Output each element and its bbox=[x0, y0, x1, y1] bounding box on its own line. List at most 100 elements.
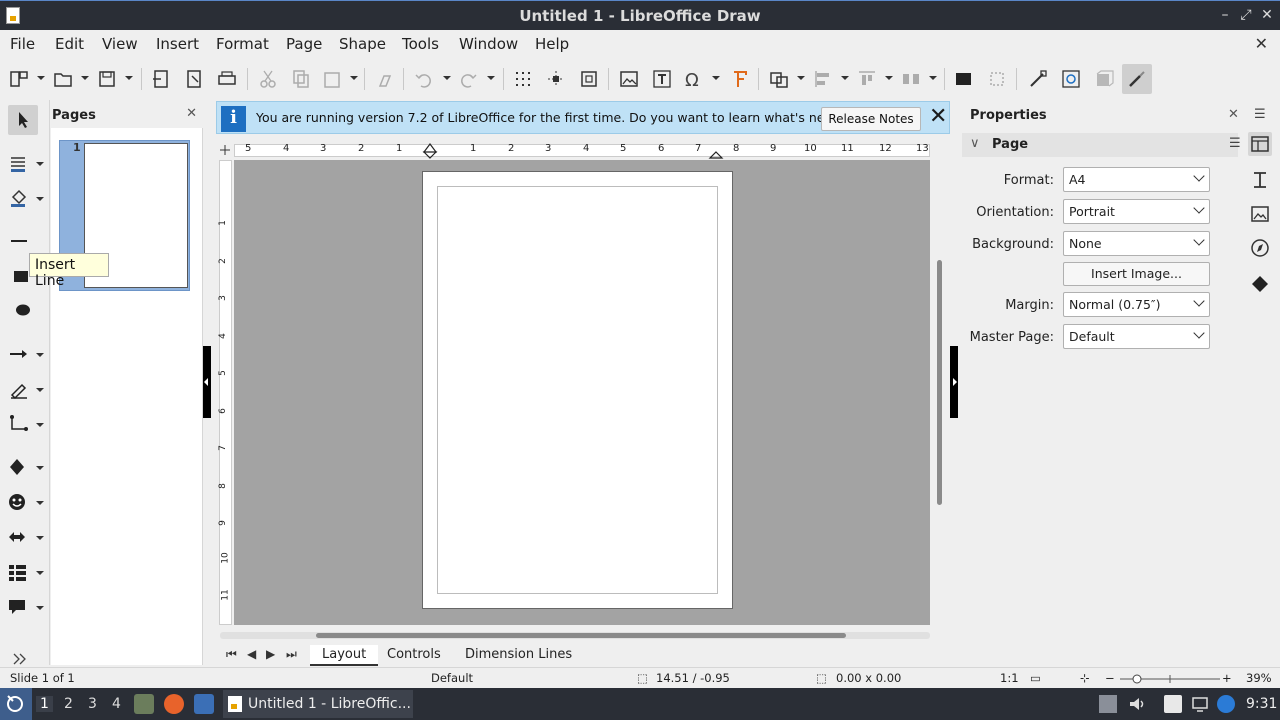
close-window-button[interactable]: ✕ bbox=[1259, 6, 1275, 24]
orientation-select[interactable]: Portrait bbox=[1063, 199, 1210, 224]
export-pdf-icon[interactable] bbox=[183, 68, 205, 90]
toggle-extrusion-icon[interactable] bbox=[1093, 68, 1115, 90]
horizontal-scrollbar[interactable] bbox=[220, 632, 930, 639]
save-icon[interactable] bbox=[96, 68, 118, 90]
connectors-icon[interactable] bbox=[8, 413, 30, 435]
minimize-button[interactable]: – bbox=[1217, 6, 1233, 24]
special-character-dropdown-icon[interactable] bbox=[712, 76, 720, 80]
menu-edit[interactable]: Edit bbox=[55, 35, 84, 53]
glue-points-icon[interactable] bbox=[1060, 68, 1082, 90]
callout-dropdown-icon[interactable] bbox=[36, 606, 44, 610]
redo-icon[interactable] bbox=[457, 68, 479, 90]
menu-format[interactable]: Format bbox=[216, 35, 269, 53]
paste-dropdown-icon[interactable] bbox=[350, 76, 358, 80]
vertical-scrollbar[interactable] bbox=[935, 160, 944, 625]
grid-icon[interactable] bbox=[512, 68, 534, 90]
tab-controls[interactable]: Controls bbox=[387, 647, 441, 662]
zoom-page-icon[interactable] bbox=[578, 68, 600, 90]
lines-dropdown-icon[interactable] bbox=[36, 353, 44, 357]
insert-textbox-icon[interactable] bbox=[651, 68, 673, 90]
connectors-dropdown-icon[interactable] bbox=[36, 423, 44, 427]
distribute-icon[interactable] bbox=[900, 68, 922, 90]
master-page-select[interactable]: Default bbox=[1063, 324, 1210, 349]
menu-insert[interactable]: Insert bbox=[156, 35, 199, 53]
shapes-deck-icon[interactable] bbox=[1248, 272, 1272, 296]
taskbar-window-button[interactable]: Untitled 1 - LibreOffic... bbox=[223, 690, 413, 718]
menu-window[interactable]: Window bbox=[459, 35, 518, 53]
sidebar-menu-icon[interactable]: ☰ bbox=[1254, 107, 1266, 122]
flowchart-dropdown-icon[interactable] bbox=[36, 571, 44, 575]
sidebar-collapse-handle[interactable] bbox=[950, 346, 958, 418]
previous-tab-icon[interactable]: ◀ bbox=[247, 647, 256, 661]
save-dropdown-icon[interactable] bbox=[125, 76, 133, 80]
zoom-out-icon[interactable]: − bbox=[1105, 671, 1115, 685]
desktop-icon[interactable] bbox=[194, 694, 214, 714]
fill-color-icon[interactable] bbox=[8, 187, 30, 209]
arrange-icon[interactable] bbox=[856, 68, 878, 90]
shadow-icon[interactable] bbox=[953, 68, 975, 90]
notification-icon[interactable] bbox=[1217, 695, 1235, 713]
firefox-icon[interactable] bbox=[164, 694, 184, 714]
transformations-dropdown-icon[interactable] bbox=[797, 76, 805, 80]
insert-image-button[interactable]: Insert Image... bbox=[1063, 262, 1210, 286]
close-document-icon[interactable]: ✕ bbox=[1255, 34, 1268, 53]
helplines-icon[interactable] bbox=[545, 68, 567, 90]
cut-icon[interactable] bbox=[257, 68, 279, 90]
clone-formatting-icon[interactable] bbox=[374, 68, 396, 90]
scale-factor[interactable]: 1:1 bbox=[1000, 671, 1019, 685]
basic-shapes-icon[interactable] bbox=[8, 456, 30, 478]
close-sidebar-icon[interactable]: ✕ bbox=[1228, 107, 1239, 122]
menu-tools[interactable]: Tools bbox=[402, 35, 439, 53]
zoom-in-icon[interactable]: + bbox=[1222, 671, 1232, 685]
transformations-icon[interactable] bbox=[768, 68, 790, 90]
show-draw-functions-icon[interactable] bbox=[1122, 64, 1152, 94]
horizontal-ruler[interactable]: 5 4 3 2 1 1 2 3 4 5 6 7 8 9 10 11 12 13 bbox=[216, 141, 930, 159]
curves-icon[interactable] bbox=[8, 378, 30, 400]
page-section-header[interactable]: ∨ Page ☰ bbox=[962, 133, 1241, 157]
paste-icon[interactable] bbox=[321, 68, 343, 90]
start-menu-icon[interactable] bbox=[0, 688, 32, 720]
close-pages-panel-icon[interactable]: ✕ bbox=[186, 106, 197, 121]
navigator-deck-icon[interactable] bbox=[1248, 236, 1272, 260]
vertical-ruler[interactable]: 1 2 3 4 5 6 7 8 9 10 11 bbox=[216, 160, 234, 625]
lines-and-arrows-icon[interactable] bbox=[8, 343, 30, 365]
special-character-icon[interactable]: Ω bbox=[682, 68, 704, 91]
line-color-icon[interactable] bbox=[8, 152, 30, 174]
margin-select[interactable]: Normal (0.75″) bbox=[1063, 292, 1210, 317]
network-icon[interactable] bbox=[1191, 695, 1209, 713]
open-folder-icon[interactable] bbox=[52, 68, 74, 90]
fit-slide-icon[interactable]: ⊹ bbox=[1080, 671, 1090, 685]
volume-icon[interactable] bbox=[1128, 695, 1146, 713]
symbol-shapes-dropdown-icon[interactable] bbox=[36, 501, 44, 505]
left-panel-collapse-handle[interactable] bbox=[203, 346, 211, 418]
points-icon[interactable] bbox=[1027, 68, 1049, 90]
undo-dropdown-icon[interactable] bbox=[443, 76, 451, 80]
rectangle-icon[interactable] bbox=[8, 266, 30, 288]
select-tool-icon[interactable] bbox=[8, 105, 38, 135]
open-dropdown-icon[interactable] bbox=[81, 76, 89, 80]
zoom-slider[interactable] bbox=[1120, 673, 1220, 685]
import-icon[interactable] bbox=[150, 68, 172, 90]
workspace-2[interactable]: 2 bbox=[64, 696, 73, 712]
insert-line-icon[interactable] bbox=[8, 231, 30, 253]
zoom-percentage[interactable]: 39% bbox=[1246, 671, 1272, 685]
drawing-page[interactable] bbox=[422, 171, 733, 609]
background-select[interactable]: None bbox=[1063, 231, 1210, 256]
maximize-button[interactable]: ⤢ bbox=[1238, 6, 1254, 24]
menu-shape[interactable]: Shape bbox=[339, 35, 386, 53]
arrange-dropdown-icon[interactable] bbox=[885, 76, 893, 80]
tab-layout[interactable]: Layout bbox=[310, 645, 379, 666]
clipboard-icon[interactable] bbox=[1164, 695, 1182, 713]
close-infobar-icon[interactable]: ✕ bbox=[929, 104, 947, 129]
workspace-1[interactable]: 1 bbox=[36, 696, 53, 712]
format-select[interactable]: A4 bbox=[1063, 167, 1210, 192]
insert-image-icon[interactable] bbox=[618, 68, 640, 90]
flowchart-icon[interactable] bbox=[8, 561, 30, 583]
crop-icon[interactable] bbox=[986, 68, 1008, 90]
drawing-canvas[interactable] bbox=[234, 160, 930, 625]
release-notes-button[interactable]: Release Notes bbox=[821, 107, 921, 131]
ellipse-icon[interactable] bbox=[8, 300, 30, 322]
copy-icon[interactable] bbox=[290, 68, 312, 90]
document-modified-icon[interactable]: ▭ bbox=[1030, 671, 1041, 685]
fontwork-icon[interactable] bbox=[729, 68, 751, 90]
